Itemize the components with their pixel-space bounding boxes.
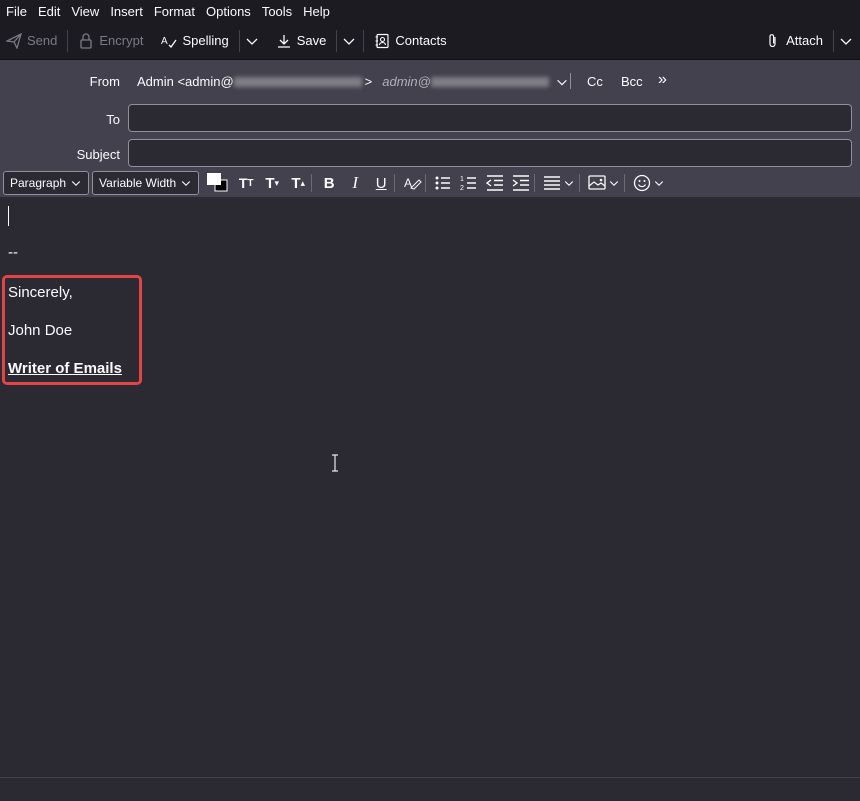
menu-tools[interactable]: Tools (258, 4, 296, 19)
chevron-down-icon (71, 181, 81, 187)
smaller-font-icon[interactable]: T ▾ (261, 172, 283, 194)
save-label: Save (296, 33, 327, 48)
format-divider (394, 174, 396, 192)
menu-insert[interactable]: Insert (106, 4, 147, 19)
paragraph-format-label: Paragraph (10, 176, 67, 190)
spelling-label: Spelling (182, 33, 229, 48)
chevron-down-icon[interactable] (653, 177, 665, 189)
format-divider (624, 174, 626, 192)
chevron-down-icon[interactable] (608, 177, 620, 189)
paragraph-format-select[interactable]: Paragraph (3, 171, 90, 195)
save-button[interactable]: Save (270, 28, 333, 54)
redacted-domain (233, 76, 362, 87)
address-book-icon (375, 33, 389, 48)
bullet-list-icon[interactable] (432, 172, 454, 194)
cc-button[interactable]: Cc (587, 74, 603, 89)
menu-bar: File Edit View Insert Format Options Too… (0, 0, 860, 22)
save-dropdown-icon[interactable] (341, 33, 357, 49)
menu-edit[interactable]: Edit (34, 4, 64, 19)
font-select[interactable]: Variable Width (92, 171, 200, 195)
format-divider (534, 174, 536, 192)
to-label: To (106, 112, 120, 127)
signature-line-name: John Doe (8, 322, 73, 339)
spelling-icon: A (161, 36, 177, 48)
menu-view[interactable]: View (67, 4, 103, 19)
signature-line-title: Writer of Emails (8, 360, 122, 377)
subject-field[interactable] (128, 139, 852, 167)
clear-formatting-icon[interactable]: A (401, 172, 423, 194)
signature-line-closing: Sincerely, (8, 284, 73, 301)
attach-label: Attach (786, 33, 823, 48)
outdent-icon[interactable] (484, 172, 506, 194)
send-button[interactable]: Send (0, 28, 63, 54)
chevron-down-icon (182, 181, 191, 187)
send-icon (6, 32, 22, 49)
encrypt-label: Encrypt (99, 33, 144, 48)
format-divider (425, 174, 427, 192)
spelling-button[interactable]: A Spelling (155, 28, 234, 54)
subject-label: Subject (76, 147, 120, 162)
decrease-font-size-icon[interactable]: TT (235, 172, 257, 194)
signature-separator: -- (8, 244, 18, 261)
menu-help[interactable]: Help (299, 4, 334, 19)
compose-toolbar: Send Encrypt A Spelling Save Contacts At… (0, 22, 860, 60)
attach-dropdown-icon[interactable] (838, 33, 854, 49)
underline-icon[interactable]: U (370, 172, 392, 194)
numbered-list-icon[interactable]: 12 (458, 172, 480, 194)
menu-options[interactable]: Options (202, 4, 255, 19)
from-label: From (89, 74, 120, 89)
from-alias-prefix: admin@ (382, 74, 431, 89)
from-address-prefix: Admin <admin@ (137, 74, 234, 89)
font-select-label: Variable Width (99, 176, 177, 190)
message-body-editor[interactable]: -- Sincerely, John Doe Writer of Emails (0, 198, 860, 776)
more-recipients-button[interactable]: » (658, 71, 667, 89)
contacts-label: Contacts (395, 33, 447, 48)
svg-text:2: 2 (460, 185, 464, 192)
indent-icon[interactable] (510, 172, 532, 194)
format-toolbar: Paragraph Variable Width TT T ▾ T ▴ B I U … (0, 169, 860, 197)
chevron-down-icon (557, 79, 567, 85)
lock-icon (80, 32, 93, 49)
paperclip-icon (769, 33, 776, 47)
from-identity-select[interactable]: Admin <admin@ > admin@ (137, 74, 569, 89)
toolbar-divider (67, 29, 69, 52)
text-cursor-icon (332, 454, 338, 472)
insert-image-icon[interactable] (586, 172, 608, 194)
attach-button[interactable]: Attach (759, 28, 829, 54)
bold-icon[interactable]: B (318, 172, 340, 194)
menu-format[interactable]: Format (150, 4, 199, 19)
text-color-picker-icon[interactable] (205, 171, 231, 195)
to-field[interactable] (128, 104, 852, 132)
encrypt-button[interactable]: Encrypt (72, 28, 149, 54)
toolbar-divider (238, 29, 240, 52)
redacted-alias-domain (430, 76, 549, 87)
from-address-suffix: > (364, 74, 373, 89)
status-bar (0, 777, 860, 801)
emoji-icon[interactable] (631, 172, 653, 194)
italic-icon[interactable]: I (344, 172, 366, 194)
toolbar-divider (336, 29, 338, 52)
format-divider (311, 174, 313, 192)
chevron-down-icon[interactable] (563, 177, 575, 189)
download-icon (277, 34, 290, 48)
format-divider (579, 174, 581, 192)
spelling-dropdown-icon[interactable] (244, 33, 260, 49)
align-icon[interactable] (541, 172, 563, 194)
send-label: Send (27, 33, 58, 48)
toolbar-divider (363, 29, 365, 52)
svg-text:1: 1 (460, 176, 464, 183)
bcc-button[interactable]: Bcc (621, 74, 643, 89)
header-divider (570, 73, 571, 89)
compose-header: From Admin <admin@ > admin@ Cc Bcc » To … (0, 60, 860, 170)
larger-font-icon[interactable]: T ▴ (287, 172, 309, 194)
text-caret (8, 206, 9, 226)
svg-text:A: A (161, 36, 168, 47)
contacts-button[interactable]: Contacts (368, 28, 452, 54)
toolbar-divider (833, 29, 834, 52)
menu-file[interactable]: File (2, 4, 31, 19)
